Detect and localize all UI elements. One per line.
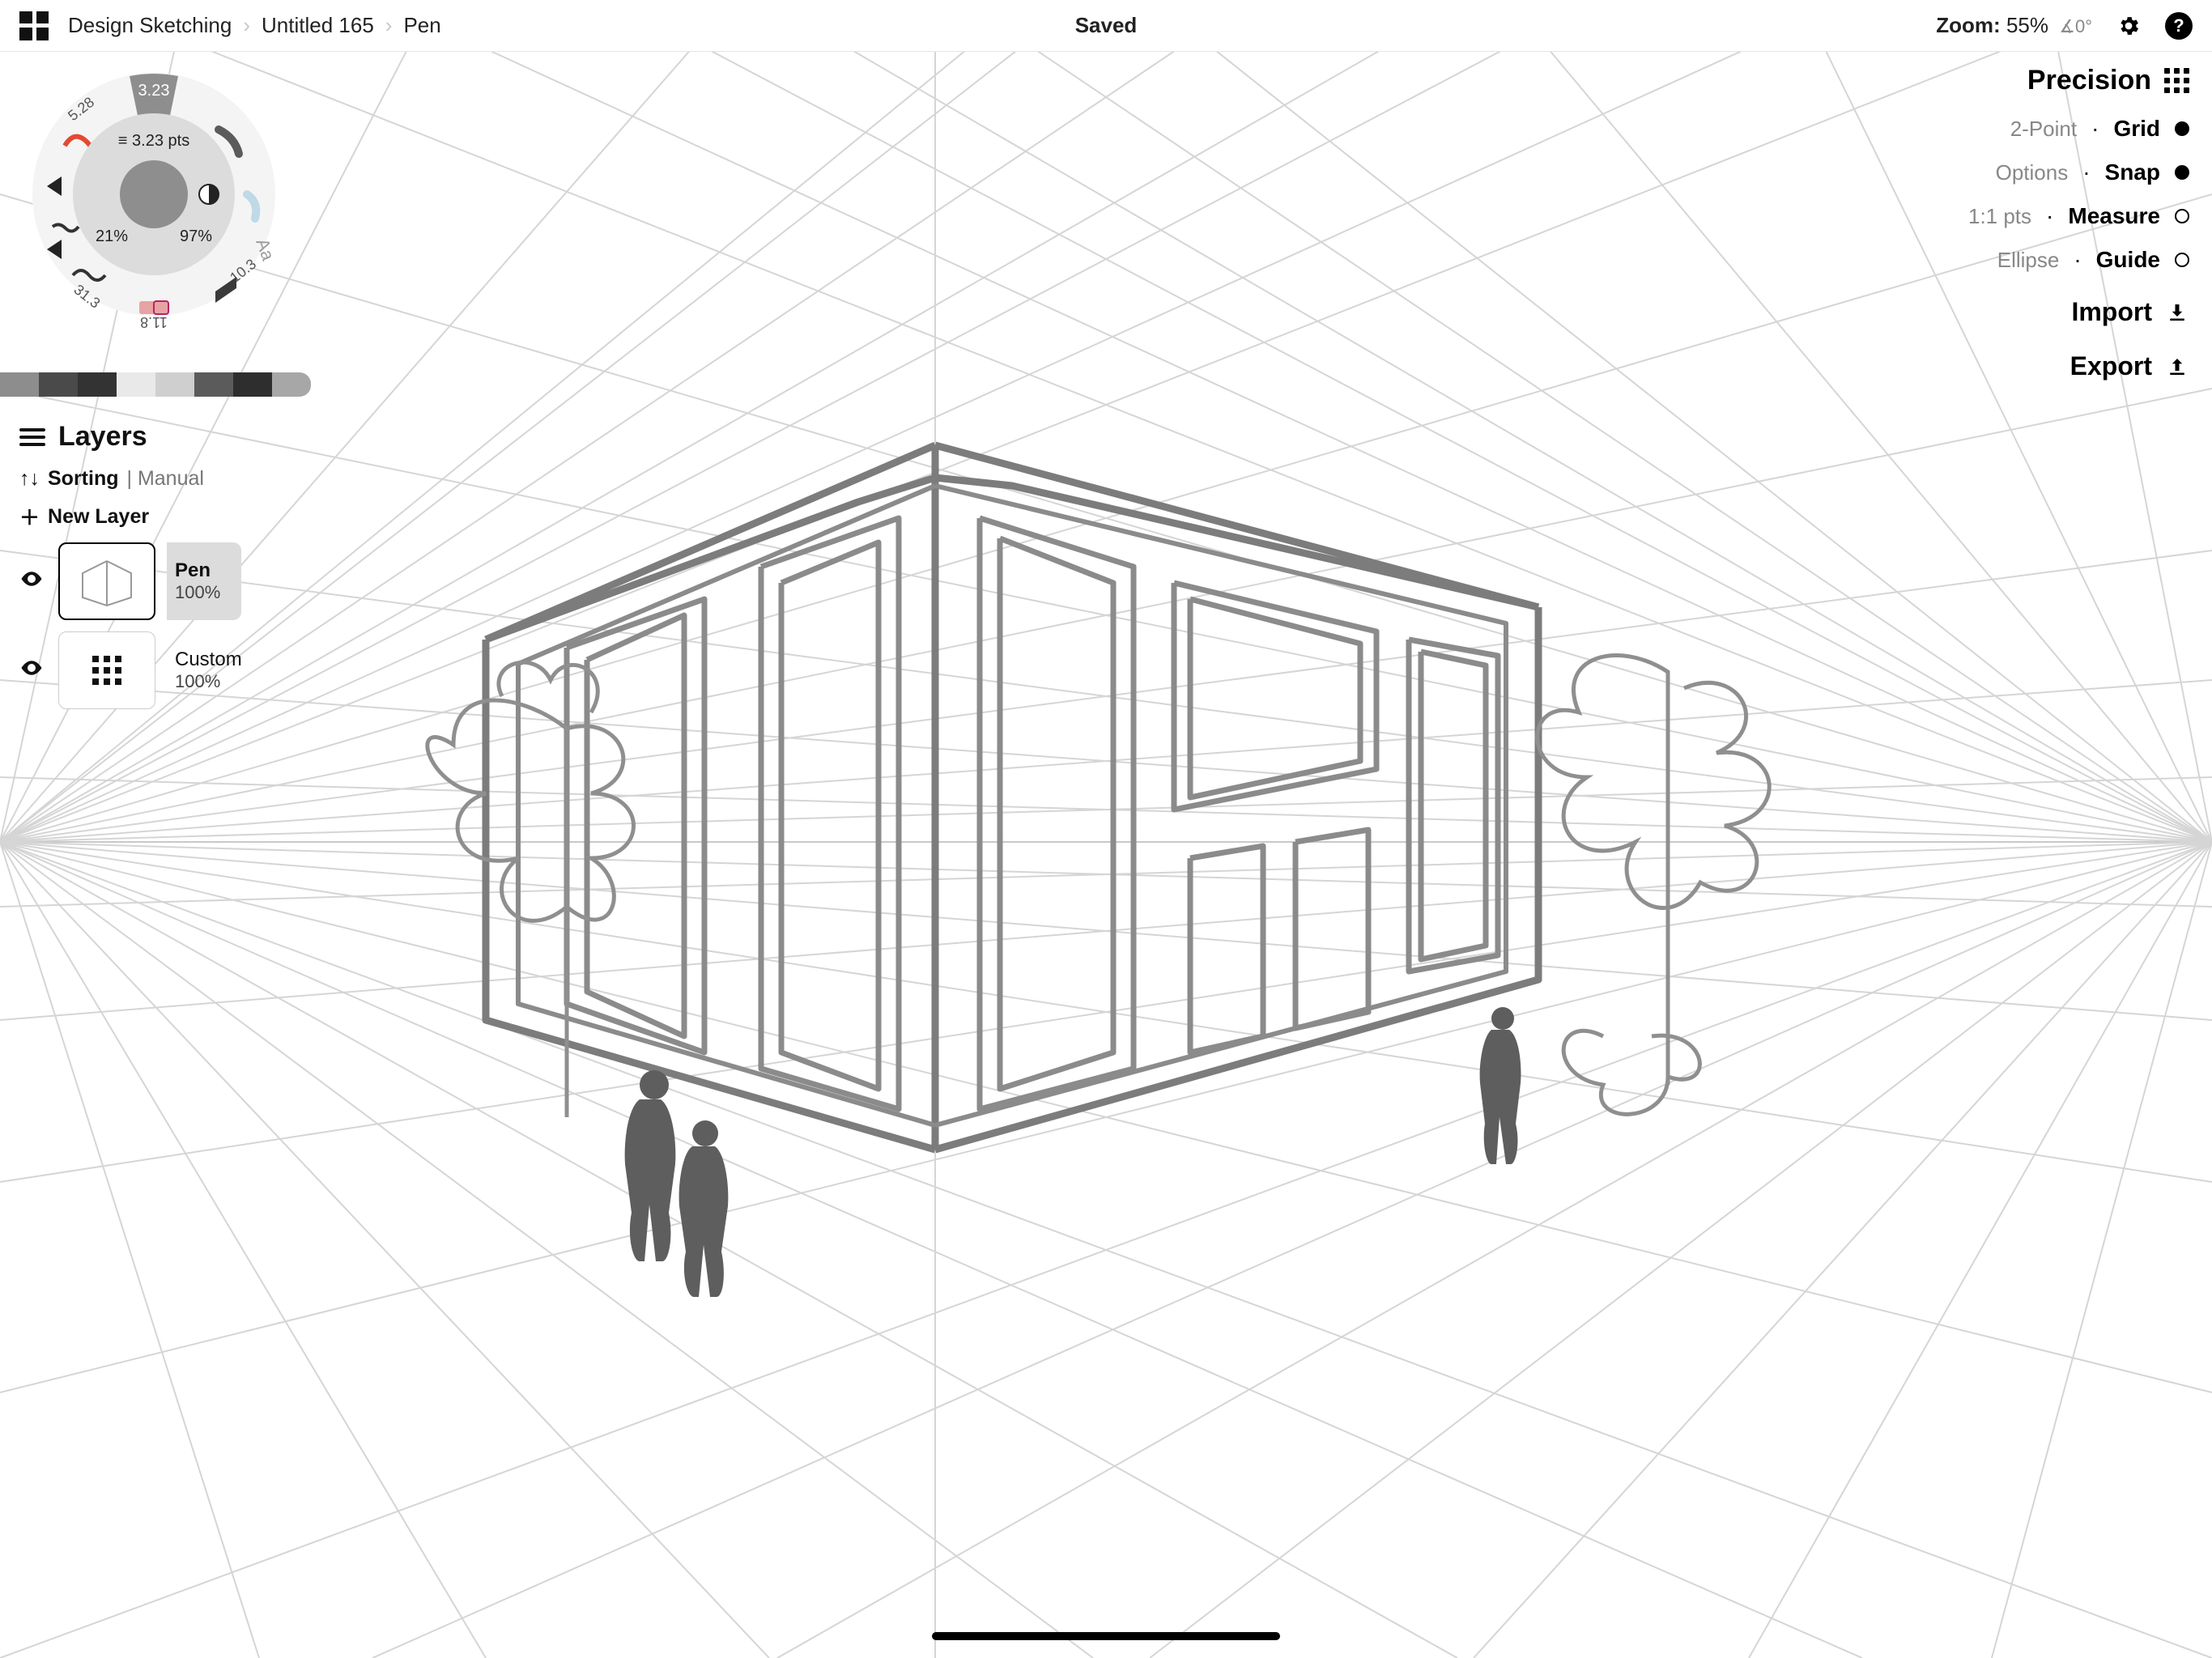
figure-left-1 xyxy=(625,1070,676,1261)
svg-text:≡ 3.23 pts: ≡ 3.23 pts xyxy=(118,132,189,150)
chevron-right-icon: › xyxy=(243,13,250,38)
layers-panel: Layers ↑↓ Sorting | Manual ＋ New Layer P… xyxy=(19,421,262,721)
svg-text:3.23: 3.23 xyxy=(138,82,170,100)
toggle-on-icon xyxy=(2175,121,2189,136)
visibility-toggle[interactable] xyxy=(19,567,47,597)
top-bar: Design Sketching › Untitled 165 › Pen Sa… xyxy=(0,0,2212,52)
color-swatches[interactable] xyxy=(0,372,311,397)
toggle-on-icon xyxy=(2175,165,2189,180)
breadcrumb-root[interactable]: Design Sketching xyxy=(68,13,232,38)
layers-sorting[interactable]: ↑↓ Sorting | Manual xyxy=(19,467,262,491)
svg-text:11.8: 11.8 xyxy=(140,314,168,330)
precision-guide-toggle[interactable]: Ellipse· Guide xyxy=(1968,247,2189,273)
visibility-toggle[interactable] xyxy=(19,656,47,686)
tool-wheel[interactable]: 3.23 5.28 10.3 31.3 11.8 Aa ≡ 3.23 pts 2… xyxy=(16,57,291,332)
precision-measure-toggle[interactable]: 1:1 pts· Measure xyxy=(1968,203,2189,229)
precision-title: Precision xyxy=(2027,65,2151,96)
toggle-off-icon xyxy=(2175,253,2189,267)
apps-icon[interactable] xyxy=(19,11,49,40)
drag-handle-icon[interactable] xyxy=(2164,68,2189,93)
gear-icon[interactable] xyxy=(2115,12,2142,40)
layers-title: Layers xyxy=(58,421,147,453)
precision-panel: Precision 2-Point· Grid Options· Snap 1:… xyxy=(1968,65,2189,381)
help-icon[interactable]: ? xyxy=(2165,12,2193,40)
breadcrumb-doc[interactable]: Untitled 165 xyxy=(262,13,374,38)
tree-right xyxy=(1538,656,1770,1115)
layer-item[interactable]: Pen 100% xyxy=(19,542,262,620)
breadcrumb-tool[interactable]: Pen xyxy=(403,13,440,38)
export-button[interactable]: Export xyxy=(1968,351,2189,381)
figure-left-2 xyxy=(679,1120,729,1297)
new-layer-button[interactable]: ＋ New Layer xyxy=(19,502,262,531)
layers-menu-icon[interactable] xyxy=(19,428,45,446)
save-status: Saved xyxy=(1075,13,1138,38)
svg-text:21%: 21% xyxy=(96,227,128,245)
building-sketch xyxy=(486,445,1538,1150)
layer-item[interactable]: Custom 100% xyxy=(19,631,262,709)
home-indicator xyxy=(932,1632,1280,1640)
figure-right xyxy=(1480,1007,1521,1164)
zoom-readout[interactable]: Zoom: 55% ∡0° xyxy=(1936,13,2092,38)
svg-text:97%: 97% xyxy=(180,227,212,245)
import-button[interactable]: Import xyxy=(1968,297,2189,327)
perspective-grid xyxy=(0,0,2212,1658)
precision-snap-toggle[interactable]: Options· Snap xyxy=(1968,159,2189,185)
layer-thumbnail xyxy=(58,631,155,709)
precision-grid-toggle[interactable]: 2-Point· Grid xyxy=(1968,116,2189,142)
toggle-off-icon xyxy=(2175,209,2189,223)
chevron-right-icon: › xyxy=(385,13,393,38)
layer-thumbnail xyxy=(58,542,155,620)
canvas[interactable] xyxy=(0,0,2212,1658)
